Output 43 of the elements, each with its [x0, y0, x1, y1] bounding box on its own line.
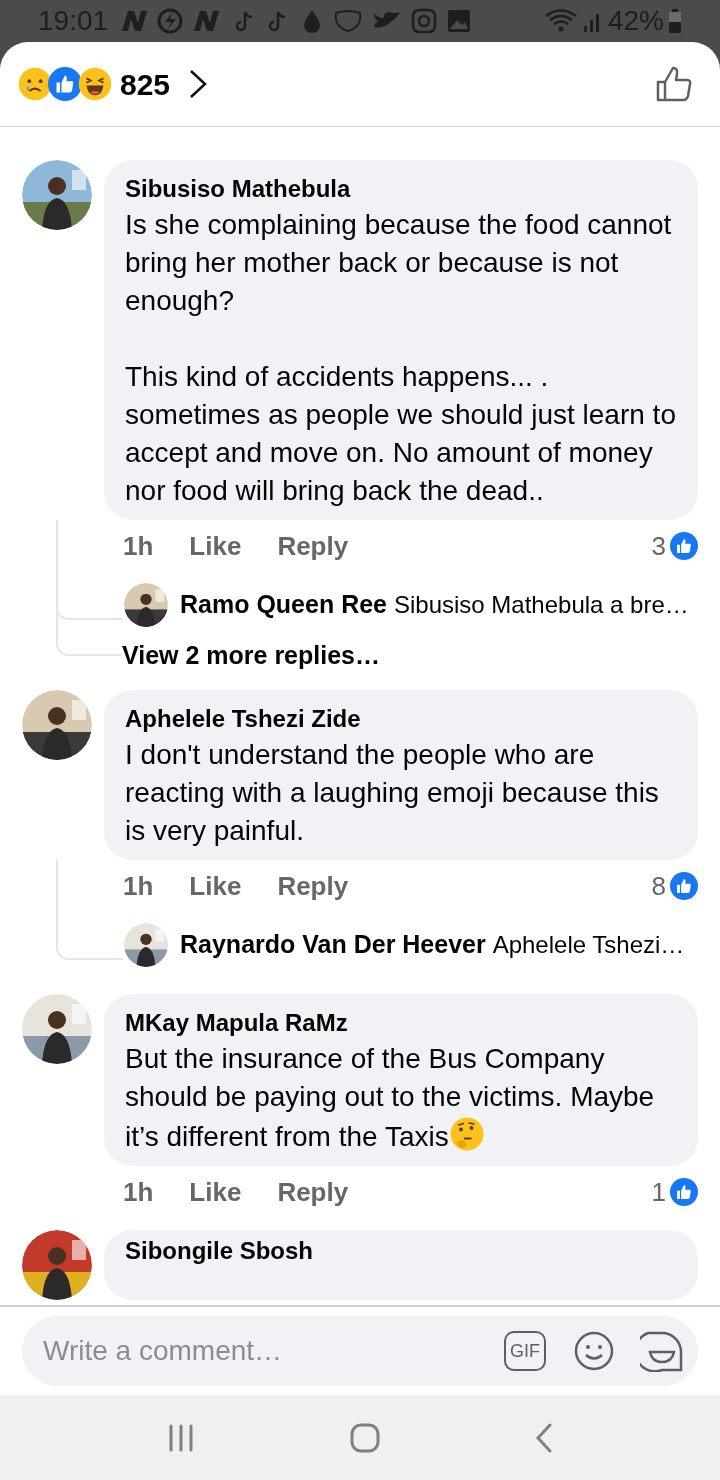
comment-author[interactable]: MKay Mapula RaMz: [125, 1006, 677, 1040]
like-icon: [48, 67, 82, 101]
comment-time: 1h: [123, 529, 154, 563]
emoji-icon[interactable]: [574, 1331, 614, 1371]
battery-icon: [668, 8, 682, 34]
reply-author[interactable]: Ramo Queen Ree: [180, 590, 387, 619]
comment-time: 1h: [123, 869, 154, 903]
home-icon[interactable]: [350, 1422, 380, 1453]
like-button[interactable]: Like: [189, 526, 242, 566]
comment-text: This kind of accidents happens... . sometimes as people we should just learn to accept and move on. No amount of money nor food will bring back the dead..: [125, 360, 677, 508]
gif-button[interactable]: GIF: [504, 1331, 546, 1371]
like-icon: [670, 532, 698, 560]
laughing-face-icon: [78, 67, 112, 101]
reaction-count[interactable]: 825: [120, 61, 171, 107]
sticker-icon[interactable]: [640, 1330, 684, 1372]
reply-button[interactable]: Reply: [277, 866, 349, 906]
reply-author[interactable]: Raynardo Van Der Heever: [180, 930, 486, 959]
comment-field[interactable]: Write a comment… GIF: [22, 1316, 698, 1386]
thumbs-up-icon[interactable]: [656, 65, 692, 103]
like-count: 8: [651, 869, 666, 903]
comment-author[interactable]: Sibusiso Mathebula: [125, 172, 677, 206]
comment-text: But the insurance of the Bus Company should be paying out to the victims. Maybe it’s different from the Taxis: [125, 1042, 656, 1154]
reply-button[interactable]: Reply: [277, 1172, 349, 1212]
back-icon[interactable]: [534, 1422, 553, 1453]
sad-face-icon: [18, 67, 52, 101]
reply-preview[interactable]: Aphelele Tshezi…: [492, 931, 685, 959]
like-icon: [670, 1178, 698, 1206]
comment-time: 1h: [123, 1175, 154, 1209]
view-more-replies[interactable]: View 2 more replies…: [122, 637, 380, 675]
reply-preview[interactable]: Sibusiso Mathebula a bre…: [393, 591, 689, 619]
like-button[interactable]: Like: [189, 866, 242, 906]
recent-apps-icon[interactable]: [167, 1423, 196, 1452]
comment-author[interactable]: Sibongile Sbosh: [125, 1236, 677, 1266]
reply-button[interactable]: Reply: [277, 526, 349, 566]
comment-text: I don't understand the people who are reacting with a laughing emoji because this is very painful.: [125, 738, 660, 848]
comment-author[interactable]: Aphelele Tshezi Zide: [125, 702, 677, 736]
chevron-right-icon[interactable]: [188, 68, 209, 100]
like-count: 1: [651, 1175, 666, 1209]
like-button[interactable]: Like: [189, 1172, 242, 1212]
comment-text: Is she complaining because the food cannot bring her mother back or because is not enough?: [125, 208, 673, 318]
wifi-icon: [543, 8, 578, 34]
like-icon: [670, 872, 698, 900]
like-count: 3: [651, 529, 666, 563]
